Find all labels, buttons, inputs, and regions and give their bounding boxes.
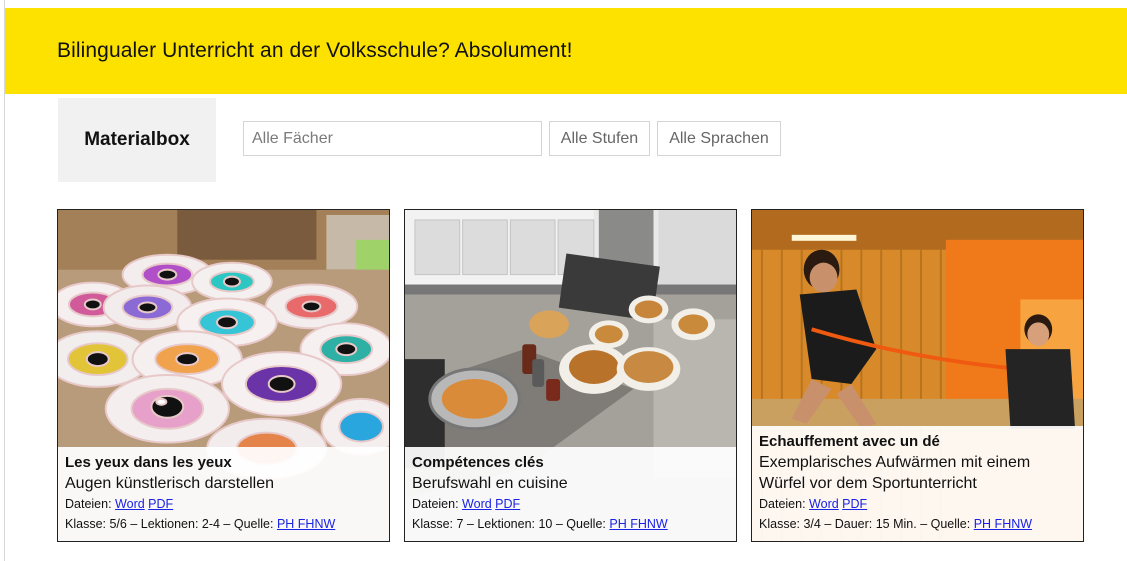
card-subtitle: Exemplarisches Aufwärmen mit einem Würfe…: [759, 454, 1031, 492]
card-meta: Klasse: 3/4 – Dauer: 15 Min. – Quelle: P…: [759, 514, 1076, 534]
files-label: Dateien:: [759, 497, 806, 511]
languages-filter-label: Alle Sprachen: [669, 129, 769, 147]
card-files: Dateien: Word PDF: [65, 494, 382, 514]
card-caption: Compétences clés Berufswahl en cuisine D…: [405, 447, 736, 541]
site-title: Bilingualer Unterricht an der Volksschul…: [57, 39, 573, 62]
word-download-link[interactable]: Word: [809, 497, 839, 511]
card-subtitle: Augen künstlerisch darstellen: [65, 475, 275, 492]
levels-filter-label: Alle Stufen: [560, 129, 639, 147]
card-title: Les yeux dans les yeux: [65, 454, 232, 471]
card-caption: Echauffement avec un dé Exemplarisches A…: [752, 426, 1083, 541]
source-link[interactable]: PH FHNW: [277, 517, 335, 531]
files-label: Dateien:: [412, 497, 459, 511]
materialbox-title: Materialbox: [84, 129, 190, 150]
pdf-download-link[interactable]: PDF: [842, 497, 867, 511]
card-meta: Klasse: 7 – Lektionen: 10 – Quelle: PH F…: [412, 514, 729, 534]
source-link[interactable]: PH FHNW: [609, 517, 667, 531]
card-meta-text: Klasse: 3/4 – Dauer: 15 Min. – Quelle:: [759, 517, 971, 531]
levels-filter-button[interactable]: Alle Stufen: [549, 121, 650, 156]
materialbox-logo[interactable]: Materialbox: [58, 98, 216, 182]
pdf-download-link[interactable]: PDF: [148, 497, 173, 511]
languages-filter-button[interactable]: Alle Sprachen: [657, 121, 781, 156]
source-link[interactable]: PH FHNW: [974, 517, 1032, 531]
card-title: Compétences clés: [412, 454, 544, 471]
site-banner: Bilingualer Unterricht an der Volksschul…: [5, 8, 1127, 94]
pdf-download-link[interactable]: PDF: [495, 497, 520, 511]
card-subtitle: Berufswahl en cuisine: [412, 475, 568, 492]
material-card[interactable]: Les yeux dans les yeux Augen künstlerisc…: [57, 209, 390, 542]
word-download-link[interactable]: Word: [115, 497, 145, 511]
card-meta: Klasse: 5/6 – Lektionen: 2-4 – Quelle: P…: [65, 514, 382, 534]
card-files: Dateien: Word PDF: [412, 494, 729, 514]
word-download-link[interactable]: Word: [462, 497, 492, 511]
material-card[interactable]: Echauffement avec un dé Exemplarisches A…: [751, 209, 1084, 542]
card-meta-text: Klasse: 7 – Lektionen: 10 – Quelle:: [412, 517, 606, 531]
material-card[interactable]: Compétences clés Berufswahl en cuisine D…: [404, 209, 737, 542]
subjects-filter-input[interactable]: [243, 121, 542, 156]
card-files: Dateien: Word PDF: [759, 494, 1076, 514]
card-caption: Les yeux dans les yeux Augen künstlerisc…: [58, 447, 389, 541]
files-label: Dateien:: [65, 497, 112, 511]
card-meta-text: Klasse: 5/6 – Lektionen: 2-4 – Quelle:: [65, 517, 274, 531]
card-title: Echauffement avec un dé: [759, 433, 940, 450]
